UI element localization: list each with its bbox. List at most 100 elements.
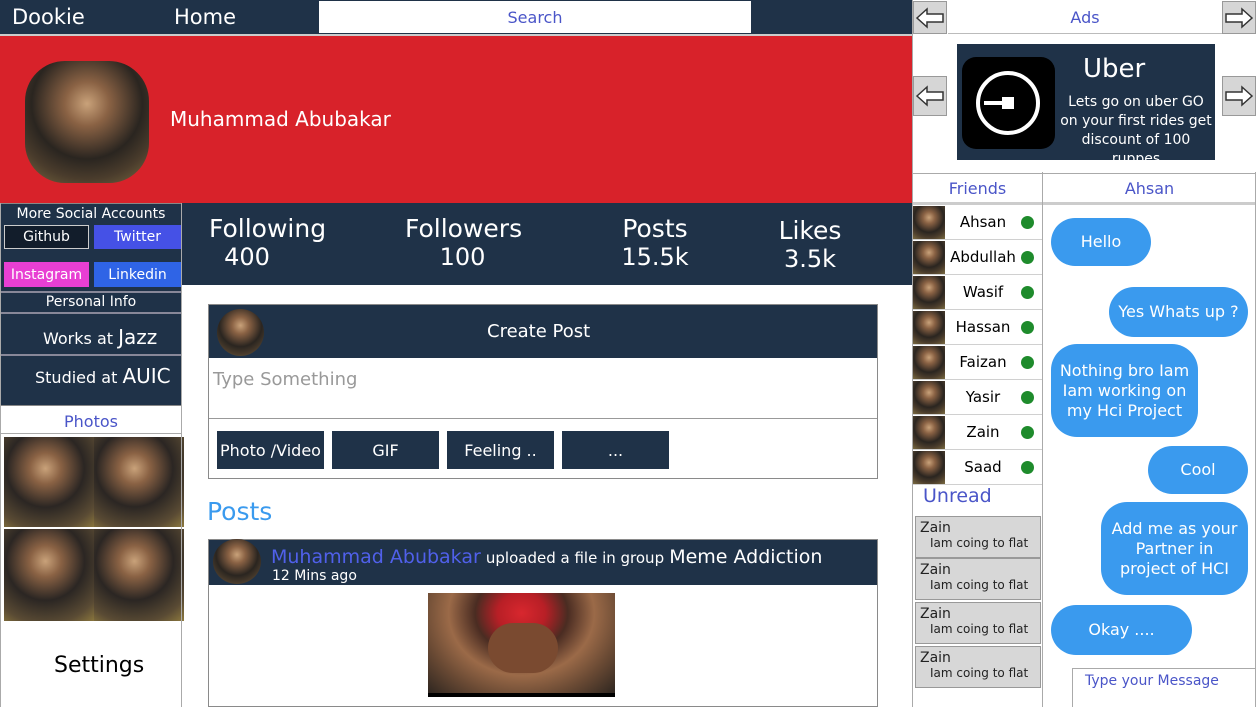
stat-following[interactable]: Following 400 <box>209 214 327 271</box>
search-placeholder: Search <box>507 7 563 27</box>
friend-item[interactable]: Ahsan <box>913 205 1042 240</box>
friend-avatar <box>913 380 945 414</box>
photo-thumbnail[interactable] <box>94 437 184 527</box>
friend-avatar <box>913 450 945 484</box>
stat-likes[interactable]: Likes 3.5k <box>770 216 850 273</box>
friend-item[interactable]: Hassan <box>913 310 1042 345</box>
friend-item[interactable]: Zain <box>913 415 1042 450</box>
instagram-button[interactable]: Instagram <box>4 262 89 287</box>
brand-logo[interactable]: Dookie <box>12 5 85 29</box>
friend-avatar <box>913 345 945 379</box>
social-accounts-title: More Social Accounts <box>16 206 166 222</box>
more-button[interactable]: ... <box>562 431 669 469</box>
friend-name: Hassan <box>955 318 1011 336</box>
home-link[interactable]: Home <box>174 5 236 29</box>
ad-next-icon[interactable] <box>1222 76 1256 116</box>
post-time: 12 Mins ago <box>272 568 357 584</box>
profile-avatar[interactable] <box>25 61 149 183</box>
github-button[interactable]: Github <box>4 225 89 249</box>
post-author-avatar[interactable] <box>213 539 261 584</box>
friend-avatar <box>913 240 945 274</box>
search-input[interactable]: Search <box>319 1 751 33</box>
create-post-avatar <box>217 309 264 356</box>
twitter-button[interactable]: Twitter <box>94 225 181 249</box>
post-text-input[interactable]: Type Something <box>209 359 877 419</box>
uber-ad[interactable]: Uber Lets go on uber GO on your first ri… <box>957 44 1215 167</box>
friend-name: Yasir <box>965 388 1001 406</box>
unread-sender: Zain <box>920 650 951 666</box>
chat-border-right <box>1255 172 1256 707</box>
unread-message[interactable]: Zain Iam coing to flat <box>915 602 1041 644</box>
friend-avatar <box>913 275 945 309</box>
works-prefix: Works at <box>43 329 114 348</box>
studied-at: Studied at AUIC <box>35 364 171 388</box>
feeling-button[interactable]: Feeling .. <box>447 431 554 469</box>
ads-next-icon[interactable] <box>1222 1 1256 34</box>
chat-input-placeholder: Type your Message <box>1085 673 1219 689</box>
studied-prefix: Studied at <box>35 368 118 387</box>
stat-label: Posts <box>622 214 688 243</box>
online-status-icon <box>1021 460 1034 474</box>
post-author-link[interactable]: Muhammad Abubakar <box>271 546 481 568</box>
friend-item[interactable]: Saad <box>913 450 1042 485</box>
stat-value: 15.5k <box>621 243 689 271</box>
settings-link[interactable]: Settings <box>54 653 144 678</box>
profile-name: Muhammad Abubakar <box>170 107 391 131</box>
friend-item[interactable]: Faizan <box>913 345 1042 380</box>
works-at: Works at Jazz <box>43 325 157 349</box>
friend-name: Abdullah <box>950 248 1016 266</box>
friend-name: Zain <box>966 423 1000 441</box>
gif-button[interactable]: GIF <box>332 431 439 469</box>
chat-message-input[interactable]: Type your Message <box>1072 668 1256 707</box>
works-value: Jazz <box>118 325 158 349</box>
post-image[interactable] <box>428 593 615 697</box>
post-group-link[interactable]: Meme Addiction <box>669 546 822 568</box>
friend-item[interactable]: Abdullah <box>913 240 1042 275</box>
online-status-icon <box>1021 285 1034 299</box>
divider <box>0 291 182 293</box>
divider <box>0 312 182 314</box>
friend-avatar <box>913 205 945 239</box>
ads-prev-icon[interactable] <box>913 1 947 34</box>
chat-message-sent: Add me as your Partner in project of HCI <box>1101 502 1248 595</box>
stat-label: Followers <box>405 214 523 243</box>
photos-title: Photos <box>0 410 182 434</box>
unread-message[interactable]: Zain Iam coing to flat <box>915 646 1041 688</box>
uber-logo-icon <box>962 57 1055 149</box>
unread-message[interactable]: Zain Iam coing to flat <box>915 558 1041 600</box>
stat-followers[interactable]: Followers 100 <box>405 214 523 271</box>
stat-posts[interactable]: Posts 15.5k <box>610 214 700 271</box>
online-status-icon <box>1021 355 1034 369</box>
posts-heading: Posts <box>207 497 273 526</box>
photo-thumbnail[interactable] <box>4 437 96 527</box>
friend-avatar <box>913 310 945 344</box>
divider <box>0 354 182 356</box>
linkedin-button[interactable]: Linkedin <box>94 262 181 287</box>
stat-label: Likes <box>778 216 842 245</box>
photo-video-button[interactable]: Photo /Video <box>217 431 324 469</box>
stat-label: Following <box>209 214 327 243</box>
unread-title: Unread <box>923 485 992 507</box>
ad-prev-icon[interactable] <box>913 76 947 116</box>
unread-text: Iam coing to flat <box>930 622 1029 636</box>
photo-thumbnail[interactable] <box>94 529 184 621</box>
unread-text: Iam coing to flat <box>930 578 1029 592</box>
online-status-icon <box>1021 390 1034 404</box>
chat-title: Ahsan <box>1043 173 1256 205</box>
studied-value: AUIC <box>122 364 171 388</box>
photo-thumbnail[interactable] <box>4 529 96 621</box>
chat-message-received: Hello <box>1051 218 1151 266</box>
friends-title: Friends <box>913 173 1042 205</box>
unread-sender: Zain <box>920 562 951 578</box>
chat-message-received: Okay .... <box>1051 605 1192 655</box>
unread-sender: Zain <box>920 606 951 622</box>
friend-name: Ahsan <box>959 213 1007 231</box>
unread-sender: Zain <box>920 520 951 536</box>
unread-message[interactable]: Zain Iam coing to flat <box>915 516 1041 558</box>
friend-item[interactable]: Yasir <box>913 380 1042 415</box>
friend-item[interactable]: Wasif <box>913 275 1042 310</box>
uber-title: Uber <box>1083 54 1146 84</box>
friends-list: Ahsan Abdullah Wasif Hassan Faizan Yasir… <box>913 205 1042 485</box>
friend-avatar <box>913 415 945 449</box>
online-status-icon <box>1021 250 1034 264</box>
